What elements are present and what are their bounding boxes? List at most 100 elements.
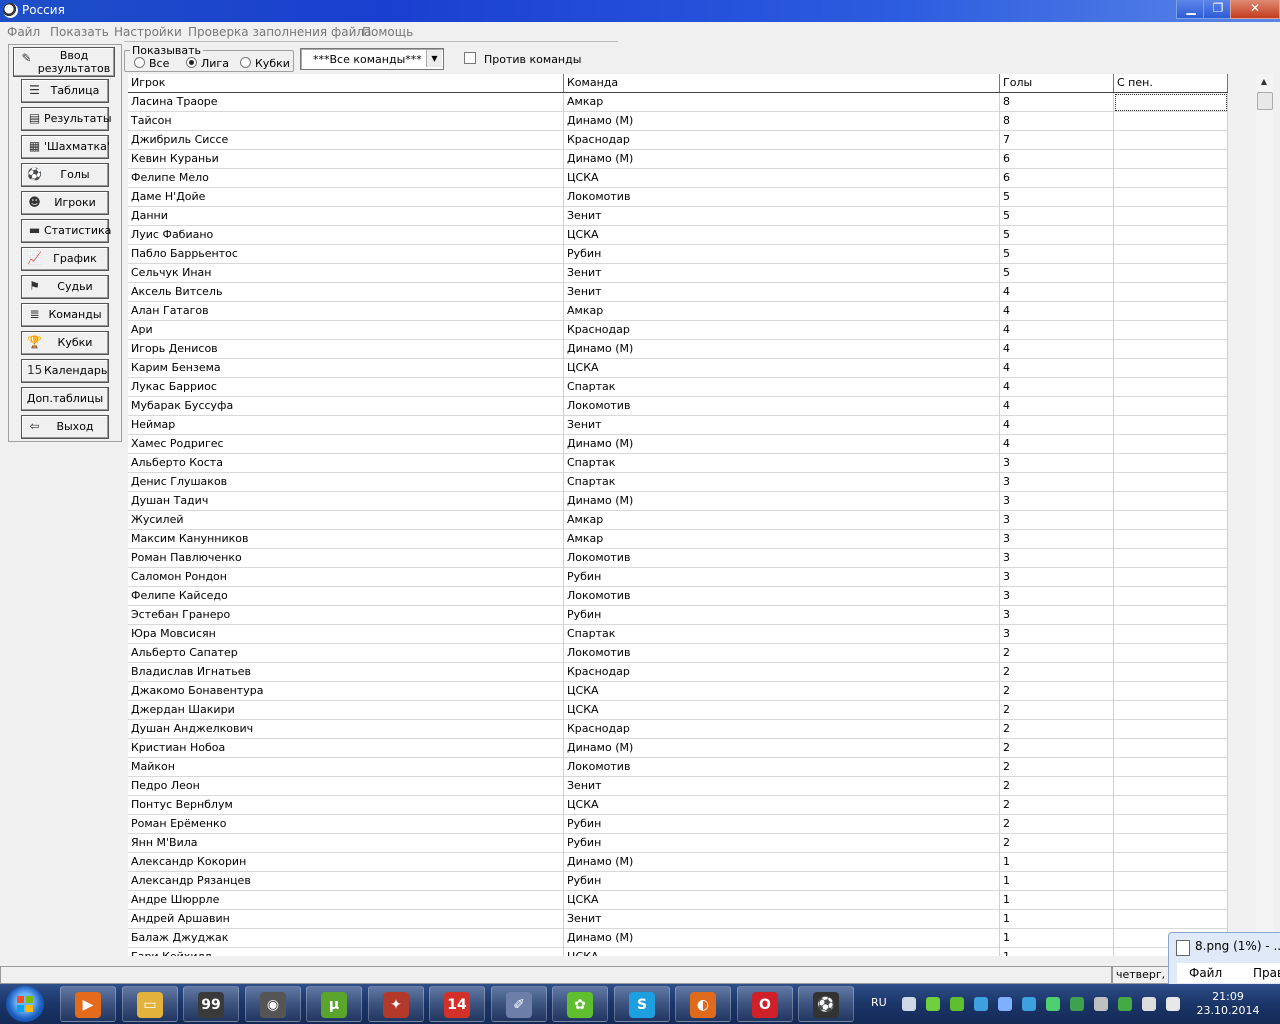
cell-team[interactable]: Зенит bbox=[564, 777, 1000, 796]
table-row[interactable]: Данни Зенит 5 bbox=[128, 207, 1228, 226]
taskbar-item-4[interactable]: µ bbox=[306, 986, 362, 1022]
cell-goals[interactable]: 3 bbox=[1000, 549, 1114, 568]
cell-penalties[interactable] bbox=[1114, 701, 1228, 720]
cell-penalties[interactable] bbox=[1114, 891, 1228, 910]
table-row[interactable]: Роман Ерёменко Рубин 2 bbox=[128, 815, 1228, 834]
cell-player[interactable]: Эстебан Гранеро bbox=[128, 606, 564, 625]
cell-penalties[interactable] bbox=[1114, 834, 1228, 853]
preview-menu-file[interactable]: Файл bbox=[1189, 966, 1222, 980]
cell-team[interactable]: Динамо (М) bbox=[564, 112, 1000, 131]
cell-penalties[interactable] bbox=[1114, 549, 1228, 568]
table-row[interactable]: Альберто Сапатер Локомотив 2 bbox=[128, 644, 1228, 663]
cell-team[interactable]: Зенит bbox=[564, 264, 1000, 283]
table-row[interactable]: Владислав Игнатьев Краснодар 2 bbox=[128, 663, 1228, 682]
cell-player[interactable]: Гари Кейхилл bbox=[128, 948, 564, 956]
cell-penalties[interactable] bbox=[1114, 207, 1228, 226]
cell-goals[interactable]: 1 bbox=[1000, 910, 1114, 929]
cell-player[interactable]: Душан Анджелкович bbox=[128, 720, 564, 739]
table-row[interactable]: Педро Леон Зенит 2 bbox=[128, 777, 1228, 796]
nav-button-2[interactable]: ▤ Результаты bbox=[21, 107, 112, 131]
cell-player[interactable]: Понтус Вернблум bbox=[128, 796, 564, 815]
cell-penalties[interactable] bbox=[1114, 283, 1228, 302]
cell-team[interactable]: Амкар bbox=[564, 302, 1000, 321]
cell-player[interactable]: Сельчук Инан bbox=[128, 264, 564, 283]
cell-team[interactable]: Локомотив bbox=[564, 549, 1000, 568]
cell-player[interactable]: Даме Н'Дойе bbox=[128, 188, 564, 207]
cell-goals[interactable]: 1 bbox=[1000, 929, 1114, 948]
cell-penalties[interactable] bbox=[1114, 663, 1228, 682]
table-row[interactable]: Александр Кокорин Динамо (М) 1 bbox=[128, 853, 1228, 872]
cell-player[interactable]: Альберто Коста bbox=[128, 454, 564, 473]
cell-team[interactable]: Локомотив bbox=[564, 587, 1000, 606]
cell-team[interactable]: Динамо (М) bbox=[564, 340, 1000, 359]
taskbar-item-8[interactable]: ✿ bbox=[552, 986, 608, 1022]
table-row[interactable]: Тайсон Динамо (М) 8 bbox=[128, 112, 1228, 131]
cell-player[interactable]: Мубарак Буссуфа bbox=[128, 397, 564, 416]
taskbar-item-1[interactable]: ▭ bbox=[122, 986, 178, 1022]
cell-player[interactable]: Фелипе Кайседо bbox=[128, 587, 564, 606]
cell-penalties[interactable] bbox=[1114, 492, 1228, 511]
taskbar-item-12[interactable]: ⚽ bbox=[798, 986, 854, 1022]
nav-button-13[interactable]: ⇦ Выход bbox=[21, 415, 109, 439]
cell-team[interactable]: Зенит bbox=[564, 207, 1000, 226]
nav-button-6[interactable]: ▬ Статистика bbox=[21, 219, 111, 243]
cell-penalties[interactable] bbox=[1114, 264, 1228, 283]
cell-penalties[interactable] bbox=[1114, 644, 1228, 663]
cell-player[interactable]: Майкон bbox=[128, 758, 564, 777]
cell-penalties[interactable] bbox=[1114, 454, 1228, 473]
nav-button-9[interactable]: ≣ Команды bbox=[21, 303, 109, 327]
table-row[interactable]: Фелипе Кайседо Локомотив 3 bbox=[128, 587, 1228, 606]
cell-goals[interactable]: 5 bbox=[1000, 264, 1114, 283]
cell-penalties[interactable] bbox=[1114, 853, 1228, 872]
cell-player[interactable]: Роман Ерёменко bbox=[128, 815, 564, 834]
table-row[interactable]: Хамес Родригес Динамо (М) 4 bbox=[128, 435, 1228, 454]
radio-cups[interactable]: Кубки bbox=[240, 57, 290, 70]
cell-team[interactable]: ЦСКА bbox=[564, 891, 1000, 910]
cell-penalties[interactable] bbox=[1114, 359, 1228, 378]
cell-goals[interactable]: 1 bbox=[1000, 891, 1114, 910]
cell-goals[interactable]: 2 bbox=[1000, 777, 1114, 796]
table-row[interactable]: Ласина Траоре Амкар 8 bbox=[128, 93, 1228, 112]
cell-team[interactable]: ЦСКА bbox=[564, 948, 1000, 956]
cell-penalties[interactable] bbox=[1114, 587, 1228, 606]
cell-team[interactable]: Динамо (М) bbox=[564, 739, 1000, 758]
table-row[interactable]: Неймар Зенит 4 bbox=[128, 416, 1228, 435]
nav-button-11[interactable]: 15 Календарь bbox=[21, 359, 109, 383]
cell-player[interactable]: Тайсон bbox=[128, 112, 564, 131]
cell-penalties[interactable] bbox=[1114, 112, 1228, 131]
cell-team[interactable]: Рубин bbox=[564, 245, 1000, 264]
table-row[interactable]: Сельчук Инан Зенит 5 bbox=[128, 264, 1228, 283]
cell-player[interactable]: Аксель Витсель bbox=[128, 283, 564, 302]
tray-icon[interactable] bbox=[1118, 997, 1132, 1011]
cell-goals[interactable]: 5 bbox=[1000, 207, 1114, 226]
taskbar-item-0[interactable]: ▶ bbox=[60, 986, 116, 1022]
cell-player[interactable]: Андре Шюррле bbox=[128, 891, 564, 910]
cell-team[interactable]: Зенит bbox=[564, 910, 1000, 929]
cell-team[interactable]: Динамо (М) bbox=[564, 492, 1000, 511]
cell-player[interactable]: Балаж Джуджак bbox=[128, 929, 564, 948]
cell-goals[interactable]: 4 bbox=[1000, 321, 1114, 340]
cell-team[interactable]: Краснодар bbox=[564, 663, 1000, 682]
cell-goals[interactable]: 2 bbox=[1000, 701, 1114, 720]
minimize-button[interactable]: ▁ bbox=[1176, 0, 1206, 19]
table-row[interactable]: Максим Канунников Амкар 3 bbox=[128, 530, 1228, 549]
taskbar-item-5[interactable]: ✦ bbox=[368, 986, 424, 1022]
cell-player[interactable]: Джердан Шакири bbox=[128, 701, 564, 720]
cell-player[interactable]: Максим Канунников bbox=[128, 530, 564, 549]
cell-player[interactable]: Александр Рязанцев bbox=[128, 872, 564, 891]
cell-goals[interactable]: 4 bbox=[1000, 359, 1114, 378]
against-team-checkbox[interactable]: Против команды bbox=[464, 52, 581, 66]
nav-button-7[interactable]: 📈 График bbox=[21, 247, 109, 271]
table-row[interactable]: Джибриль Сиссе Краснодар 7 bbox=[128, 131, 1228, 150]
cell-player[interactable]: Игорь Денисов bbox=[128, 340, 564, 359]
table-row[interactable]: Балаж Джуджак Динамо (М) 1 bbox=[128, 929, 1228, 948]
radio-league[interactable]: Лига bbox=[186, 57, 229, 70]
cell-team[interactable]: Локомотив bbox=[564, 188, 1000, 207]
cell-goals[interactable]: 6 bbox=[1000, 150, 1114, 169]
table-row[interactable]: Денис Глушаков Спартак 3 bbox=[128, 473, 1228, 492]
start-button[interactable] bbox=[6, 986, 44, 1022]
menu-settings[interactable]: Настройки bbox=[114, 25, 182, 39]
cell-penalties[interactable] bbox=[1114, 150, 1228, 169]
cell-penalties[interactable] bbox=[1114, 796, 1228, 815]
cell-penalties[interactable] bbox=[1114, 321, 1228, 340]
